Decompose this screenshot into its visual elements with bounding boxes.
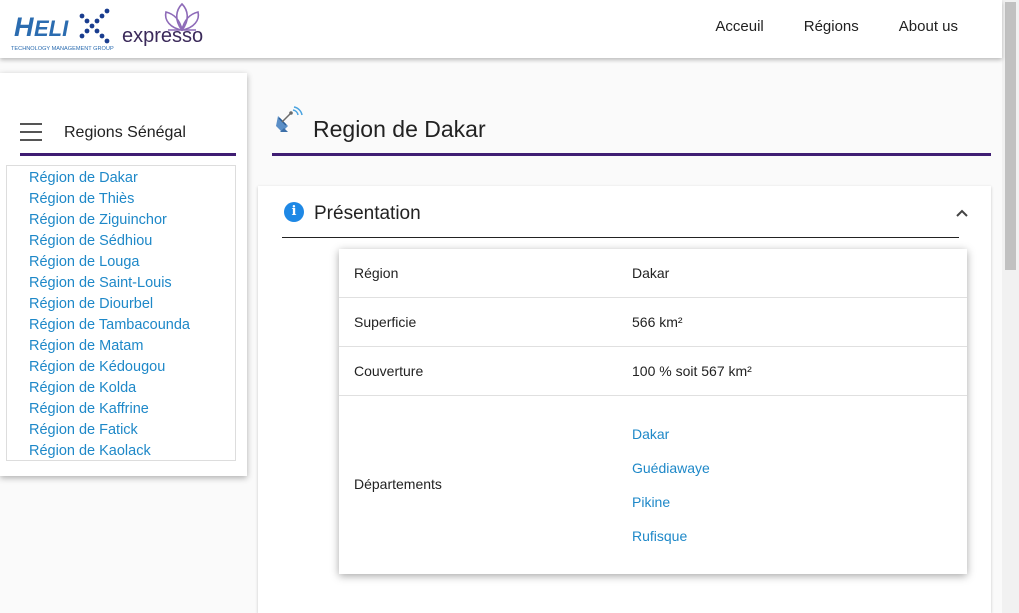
nav-regions-link[interactable]: Régions — [784, 18, 879, 35]
departement-link-pikine[interactable]: Pikine — [632, 494, 670, 510]
region-link-kedougou[interactable]: Région de Kédougou — [7, 357, 235, 378]
sidebar-title: Regions Sénégal — [64, 124, 186, 141]
svg-text:TECHNOLOGY MANAGEMENT GROUP: TECHNOLOGY MANAGEMENT GROUP — [11, 46, 114, 52]
table-row: Couverture 100 % soit 567 km² — [339, 347, 967, 396]
departement-link-rufisque[interactable]: Rufisque — [632, 528, 687, 544]
row-label: Superficie — [354, 314, 417, 330]
region-link-saint-louis[interactable]: Région de Saint-Louis — [7, 273, 235, 294]
region-link-fatick[interactable]: Région de Fatick — [7, 420, 235, 441]
panel-title: Présentation — [314, 203, 421, 224]
nav-acceuil-link[interactable]: Acceuil — [695, 18, 783, 35]
region-link-ziguinchor[interactable]: Région de Ziguinchor — [7, 210, 235, 231]
region-link-kaolack[interactable]: Région de Kaolack — [7, 441, 235, 462]
chevron-up-icon[interactable] — [955, 206, 969, 220]
presentation-panel: i Présentation Région Dakar Superficie 5… — [258, 186, 991, 613]
region-link-dakar[interactable]: Région de Dakar — [7, 168, 235, 189]
region-link-sedhiou[interactable]: Région de Sédhiou — [7, 231, 235, 252]
table-row: Région Dakar — [339, 249, 967, 298]
satellite-dish-icon — [276, 106, 303, 132]
region-link-tambacounda[interactable]: Région de Tambacounda — [7, 315, 235, 336]
svg-text:expresso: expresso — [122, 25, 203, 47]
departement-link-guediawaye[interactable]: Guédiawaye — [632, 460, 710, 476]
svg-text:H: H — [14, 12, 34, 42]
region-link-louga[interactable]: Région de Louga — [7, 252, 235, 273]
row-label: Région — [354, 265, 399, 281]
sidebar-header: Regions Sénégal — [20, 119, 236, 156]
table-row-departements: Départements Dakar Guédiawaye Pikine Ruf… — [339, 396, 967, 574]
sidebar: Regions Sénégal Région de Dakar Région d… — [0, 73, 247, 476]
presentation-panel-header[interactable]: i Présentation — [282, 200, 968, 238]
svg-text:ELI: ELI — [34, 16, 69, 41]
page-scrollbar[interactable] — [1002, 0, 1019, 613]
departement-link-dakar[interactable]: Dakar — [632, 426, 669, 442]
table-row: Superficie 566 km² — [339, 298, 967, 347]
region-info-table: Région Dakar Superficie 566 km² Couvertu… — [339, 249, 967, 574]
menu-icon[interactable] — [20, 123, 42, 141]
region-link-matam[interactable]: Région de Matam — [7, 336, 235, 357]
row-value: 566 km² — [632, 314, 683, 330]
row-value: 100 % soit 567 km² — [632, 363, 752, 379]
row-label: Couverture — [354, 363, 424, 379]
region-list: Région de Dakar Région de Thiès Région d… — [6, 165, 236, 461]
scrollbar-thumb[interactable] — [1005, 2, 1016, 270]
page-title: Region de Dakar — [313, 116, 486, 142]
helix-expresso-logo[interactable]: H ELI TECHNOLOGY MANAGEMENT GROUP expres… — [10, 2, 210, 54]
page-header: Region de Dakar — [272, 100, 991, 156]
row-label: Départements — [354, 476, 442, 492]
region-link-kaffrine[interactable]: Région de Kaffrine — [7, 399, 235, 420]
info-icon: i — [284, 202, 304, 222]
region-link-diourbel[interactable]: Région de Diourbel — [7, 294, 235, 315]
region-link-kolda[interactable]: Région de Kolda — [7, 378, 235, 399]
row-value: Dakar — [632, 265, 670, 281]
nav-about-link[interactable]: About us — [879, 18, 978, 35]
top-app-bar: H ELI TECHNOLOGY MANAGEMENT GROUP expres… — [0, 0, 1002, 58]
main-nav: Acceuil Régions About us — [695, 0, 978, 52]
region-link-thies[interactable]: Région de Thiès — [7, 189, 235, 210]
